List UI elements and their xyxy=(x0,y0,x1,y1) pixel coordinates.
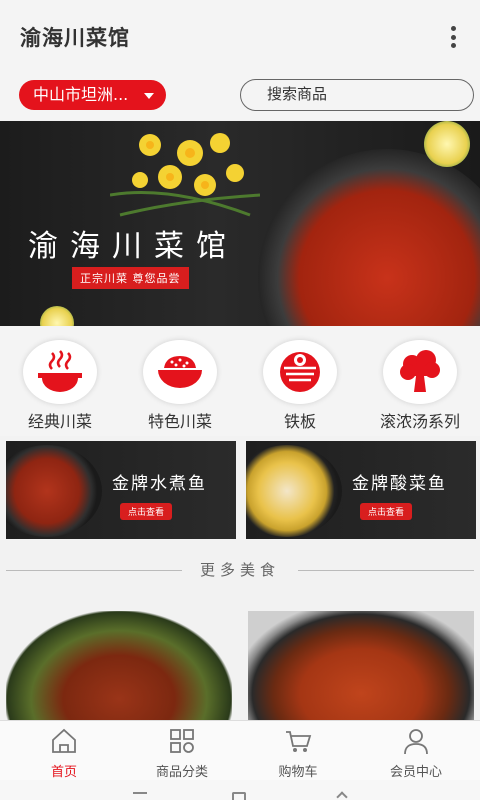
tab-label: 商品分类 xyxy=(155,765,208,780)
food-card[interactable] xyxy=(6,611,232,721)
view-button[interactable]: 点击查看 xyxy=(120,503,173,520)
app-title: 渝海川菜馆 xyxy=(20,26,130,50)
category-nav: 经典川菜 特色川菜 铁板 滚浓汤系列 xyxy=(0,326,480,436)
tab-label: 购物车 xyxy=(278,765,318,780)
fish-wok-image xyxy=(258,149,480,326)
location-label: 中山市坦洲... xyxy=(33,85,129,104)
tab-label: 首页 xyxy=(50,765,77,780)
hotpot-icon xyxy=(23,340,97,404)
home-icon xyxy=(52,728,76,753)
tab-categories[interactable]: 商品分类 xyxy=(122,721,242,781)
category-label: 铁板 xyxy=(283,412,316,431)
food-card[interactable] xyxy=(248,611,474,721)
promo-title: 金牌酸菜鱼 xyxy=(352,474,447,494)
grid-icon xyxy=(170,729,194,753)
divider-line xyxy=(298,570,474,571)
category-item[interactable]: 滚浓汤系列 xyxy=(360,340,480,436)
system-nav-bar xyxy=(0,780,480,800)
more-vertical-icon[interactable] xyxy=(448,26,458,48)
stir-fry-image xyxy=(6,611,232,721)
noodle-bowl-icon xyxy=(263,340,337,404)
pickled-fish-image xyxy=(246,445,342,537)
daffodil-decoration xyxy=(110,133,260,217)
boiled-fish-image xyxy=(6,445,102,537)
search-input[interactable]: 搜索商品 xyxy=(240,79,474,111)
app-header: 渝海川菜馆 xyxy=(0,0,480,74)
lemon-slice-image xyxy=(424,121,470,167)
promo-title: 金牌水煮鱼 xyxy=(112,474,207,494)
promo-card[interactable]: 金牌酸菜鱼 点击查看 xyxy=(246,441,476,539)
category-label: 滚浓汤系列 xyxy=(379,412,460,431)
category-item[interactable]: 铁板 xyxy=(240,340,360,436)
view-button[interactable]: 点击查看 xyxy=(360,503,413,520)
broccoli-icon xyxy=(383,340,457,404)
category-item[interactable]: 特色川菜 xyxy=(120,340,240,436)
hero-banner[interactable]: 渝海川菜馆 正宗川菜 尊您品尝 xyxy=(0,121,480,326)
banner-title: 渝海川菜馆 xyxy=(28,229,238,264)
category-label: 经典川菜 xyxy=(27,412,92,431)
tab-cart[interactable]: 购物车 xyxy=(238,721,358,781)
banner-subtitle: 正宗川菜 尊您品尝 xyxy=(72,267,189,289)
home-key-icon[interactable] xyxy=(232,792,246,800)
caret-down-icon xyxy=(144,93,154,99)
tab-home[interactable]: 首页 xyxy=(4,721,124,781)
promo-section: 金牌水煮鱼 点击查看 金牌酸菜鱼 点击查看 xyxy=(0,440,480,540)
user-icon xyxy=(404,729,428,755)
cart-icon xyxy=(286,731,312,752)
braised-crab-image xyxy=(248,611,474,721)
back-icon[interactable] xyxy=(336,791,348,800)
recent-apps-icon[interactable] xyxy=(133,792,147,794)
tab-member[interactable]: 会员中心 xyxy=(356,721,476,781)
tab-label: 会员中心 xyxy=(389,765,442,780)
lemon-slice-image xyxy=(40,306,74,326)
bottom-tab-bar: 首页 商品分类 购物车 会员中心 xyxy=(0,720,480,780)
location-selector[interactable]: 中山市坦洲... xyxy=(19,80,166,110)
category-label: 特色川菜 xyxy=(147,412,212,431)
search-bar: 中山市坦洲... 搜索商品 xyxy=(0,74,480,120)
promo-card[interactable]: 金牌水煮鱼 点击查看 xyxy=(6,441,236,539)
category-item[interactable]: 经典川菜 xyxy=(0,340,120,436)
rice-bowl-icon xyxy=(143,340,217,404)
food-grid xyxy=(0,596,480,726)
section-divider: 更多美食 xyxy=(0,556,480,584)
